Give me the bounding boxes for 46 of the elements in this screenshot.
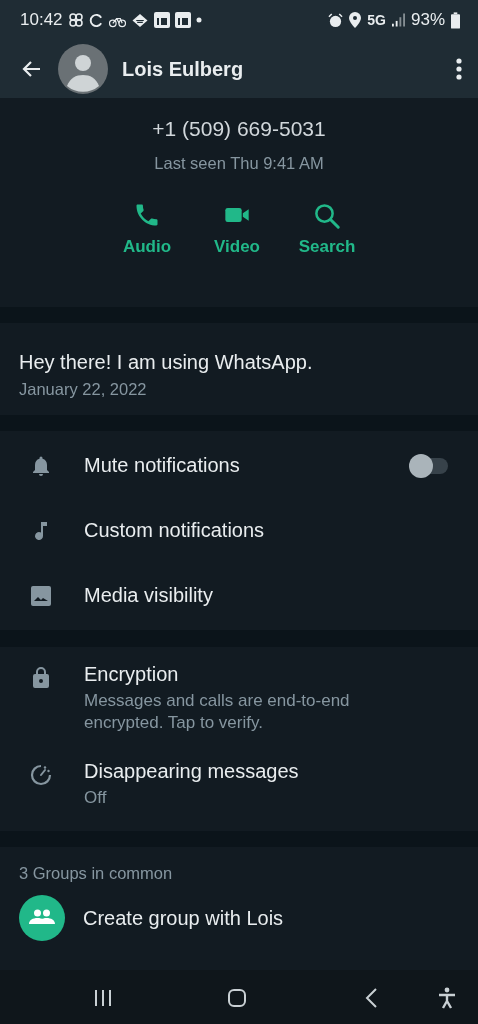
disappearing-title: Disappearing messages: [84, 760, 299, 783]
layers-icon: [130, 12, 149, 28]
image-icon: [29, 583, 53, 608]
back-icon[interactable]: [364, 987, 378, 1009]
home-icon[interactable]: [227, 988, 247, 1008]
last-seen: Last seen Thu 9:41 AM: [154, 154, 324, 173]
clock-time: 10:42: [20, 10, 63, 30]
encryption-title: Encryption: [84, 663, 180, 686]
group-icon: [19, 895, 65, 941]
create-group-row[interactable]: Create group with Lois: [19, 895, 478, 941]
timer-icon: [29, 763, 53, 787]
privacy-row[interactable]: Disappearing messages Off: [0, 760, 478, 809]
about-date: January 22, 2022: [19, 380, 148, 399]
search-icon[interactable]: [312, 201, 342, 231]
audio-button[interactable]: Audio: [114, 201, 180, 257]
privacy-row[interactable]: Encryption Messages and calls are end-to-end encrypted. Tap to verify.: [0, 663, 478, 734]
network-type: 5G: [367, 12, 386, 28]
encryption-subtitle: Messages and calls are end-to-end encrypted. Tap to verify.: [84, 690, 351, 734]
groups-heading: 3 Groups in common: [19, 864, 174, 883]
square-app-icon: [153, 12, 170, 28]
search-button[interactable]: Search: [294, 201, 360, 257]
video-button[interactable]: Video: [204, 201, 270, 257]
disappearing-subtitle: Off: [84, 787, 108, 809]
battery-percent: 93%: [410, 10, 445, 30]
about-text: Hey there! I am using WhatsApp.: [19, 351, 314, 374]
settings-row[interactable]: Media visibility: [0, 563, 478, 628]
location-pin-icon: [349, 12, 362, 28]
square-app-icon: [174, 12, 191, 28]
alarm-icon: [328, 12, 344, 28]
dot-icon: [195, 17, 202, 23]
signal-icon: [391, 13, 405, 27]
more-options-icon[interactable]: [456, 58, 462, 80]
battery-icon: [451, 11, 460, 29]
avatar-icon[interactable]: [58, 44, 108, 94]
settings-row[interactable]: Mute notifications: [0, 433, 478, 498]
settings-row[interactable]: Custom notifications: [0, 498, 478, 563]
setting-label: Media visibility: [84, 584, 213, 607]
pinwheel-icon: [67, 12, 84, 28]
phone-number: +1 (509) 669-5031: [152, 117, 326, 141]
create-group-label: Create group with Lois: [83, 906, 284, 930]
contact-name: Lois Eulberg: [122, 57, 244, 81]
setting-label: Custom notifications: [84, 519, 265, 542]
setting-label: Mute notifications: [84, 454, 240, 477]
recent-apps-icon[interactable]: [93, 988, 113, 1008]
sync-icon: [88, 12, 104, 28]
accessibility-icon[interactable]: [437, 987, 457, 1009]
